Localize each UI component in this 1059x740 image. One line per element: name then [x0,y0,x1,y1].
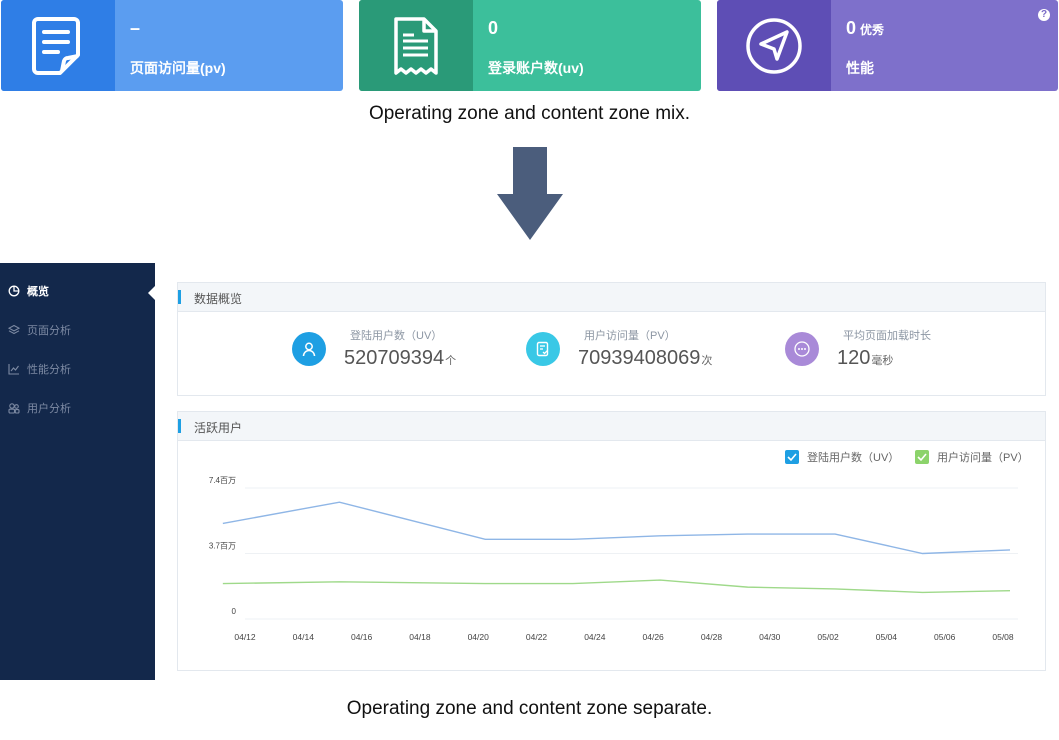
card-label: 性能 [846,60,874,76]
series-line-2 [222,579,1011,594]
stat-unit: 次 [701,355,713,367]
sidebar: 概览 页面分析 性能分析 用户分析 [0,263,155,680]
line-chart-icon [8,364,19,375]
x-tick-label: 05/06 [934,632,956,642]
card-label: 页面访问量(pv) [130,60,226,76]
card-value: 0 优秀 [846,18,885,38]
caption-bottom: Operating zone and content zone separate… [346,698,713,719]
x-tick-label: 04/18 [409,632,431,642]
sidebar-item-user-analysis[interactable]: 用户分析 [8,398,71,418]
x-tick-label: 05/04 [876,632,898,642]
stat-value: 520709394个 [344,347,457,369]
arrow-down-icon [497,147,563,240]
legend-checkbox-2 [915,450,929,464]
x-tick-label: 04/30 [759,632,781,642]
send-arrow-icon [717,0,831,91]
stat-label: 用户访问量（PV） [584,330,676,342]
legend-checkbox-1 [785,450,799,464]
active-indicator [148,286,155,300]
document-check-icon [526,332,560,366]
y-tick-label: 3.7百万 [209,542,236,551]
sidebar-item-performance-analysis[interactable]: 性能分析 [8,359,71,379]
pie-chart-icon [8,285,20,297]
sidebar-item-page-analysis[interactable]: 页面分析 [8,320,71,340]
series-line-1 [222,501,1011,555]
sidebar-item-overview[interactable]: 概览 [8,281,49,301]
help-icon[interactable]: ? [1038,9,1050,21]
x-tick-label: 04/14 [293,632,315,642]
stat-value: 120毫秒 [837,347,894,369]
receipt-icon [359,0,473,91]
active-users-panel: 活跃用户 0 3.7百万 7.4百万 04/12 04/14 04/16 04/18 04/2… [177,411,1046,671]
document-form-icon [1,0,115,91]
stat-card-pv: – 页面访问量(pv) [1,0,343,91]
y-tick-label: 7.4百万 [209,476,236,485]
overview-panel: 数据概览 登陆用户数（UV） 520709394个 用户访问量（PV） 7093… [177,282,1046,396]
x-tick-label: 05/02 [817,632,839,642]
legend-label-2: 用户访问量（PV） [937,450,1029,464]
stat-card-uv: 0 登录账户数(uv) [359,0,701,91]
legend-label-1: 登陆用户数（UV） [807,450,899,464]
x-tick-label: 04/16 [351,632,373,642]
card-label: 登录账户数(uv) [488,60,584,76]
sidebar-item-label: 概览 [27,286,49,298]
card-value: – [130,18,141,38]
x-tick-label: 04/20 [468,632,490,642]
sidebar-item-label: 用户分析 [27,403,71,415]
stat-unit: 个 [445,355,457,367]
layers-icon [8,324,20,335]
x-tick-label: 04/22 [526,632,548,642]
sidebar-item-label: 页面分析 [27,325,71,337]
active-users-chart: 0 3.7百万 7.4百万 04/12 04/14 04/16 04/18 04/20 04/2… [209,450,1029,642]
stat-card-performance: 0 优秀 性能 ? [717,0,1058,91]
stat-unit: 毫秒 [871,355,894,367]
x-tick-label: 04/12 [234,632,256,642]
users-icon [8,403,20,414]
user-icon [292,332,326,366]
x-tick-label: 04/24 [584,632,606,642]
ellipsis-icon [785,332,819,366]
panel-title: 活跃用户 [194,421,243,435]
panel-header: 数据概览 [178,283,1045,312]
x-tick-label: 04/26 [643,632,665,642]
x-tick-label: 04/28 [701,632,723,642]
stat-value: 70939408069次 [578,347,713,369]
caption-top: Operating zone and content zone mix. [368,103,691,124]
card-value-unit: 优秀 [860,23,885,37]
card-value: 0 [488,18,499,38]
y-tick-label: 0 [232,607,237,616]
panel-header: 活跃用户 [178,412,1045,441]
stat-label: 登陆用户数（UV） [350,330,443,342]
panel-title: 数据概览 [194,292,243,306]
sidebar-item-label: 性能分析 [27,364,71,376]
x-tick-label: 05/08 [992,632,1014,642]
stat-label: 平均页面加载时长 [843,330,931,342]
